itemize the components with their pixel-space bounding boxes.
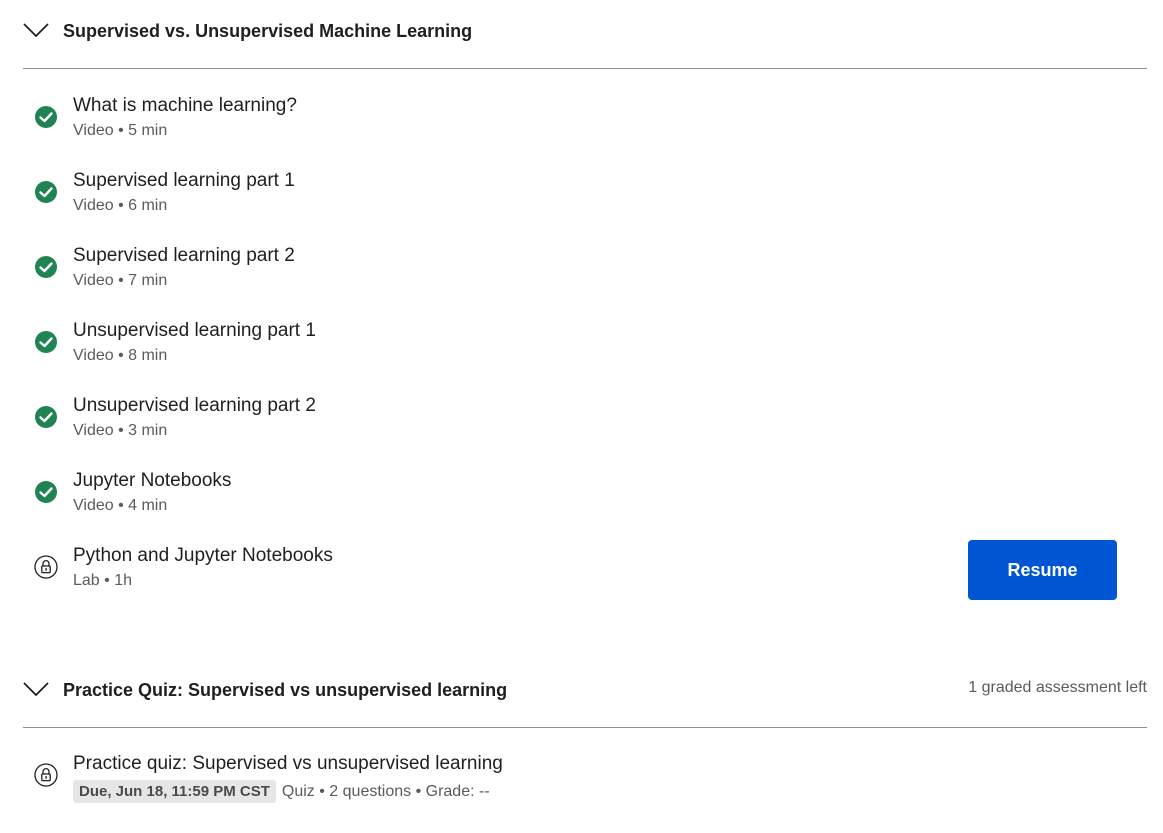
item-title[interactable]: Practice quiz: Supervised vs unsupervise…	[73, 753, 503, 775]
item-title[interactable]: Jupyter Notebooks	[73, 470, 231, 492]
check-circle-icon	[35, 106, 57, 128]
item-meta: Due, Jun 18, 11:59 PM CST Quiz • 2 questi…	[73, 780, 490, 803]
section-title[interactable]: Practice Quiz: Supervised vs unsupervise…	[63, 680, 507, 701]
item-meta: Video • 8 min	[73, 347, 168, 364]
graded-assessment-status: 1 graded assessment left	[968, 679, 1147, 696]
item-meta: Video • 6 min	[73, 197, 168, 214]
list-item[interactable]: What is machine learning? Video • 5 min	[30, 95, 1130, 155]
item-title[interactable]: Unsupervised learning part 1	[73, 320, 316, 342]
item-title[interactable]: What is machine learning?	[73, 95, 297, 117]
check-circle-icon	[35, 256, 57, 278]
chevron-down-icon[interactable]	[23, 22, 49, 38]
quiz-details: Quiz • 2 questions • Grade: --	[281, 783, 490, 800]
list-item[interactable]: Supervised learning part 2 Video • 7 min	[30, 245, 1130, 305]
list-item[interactable]: Practice quiz: Supervised vs unsupervise…	[30, 753, 1130, 813]
item-meta: Video • 7 min	[73, 272, 168, 289]
section-header: Supervised vs. Unsupervised Machine Lear…	[23, 0, 1147, 69]
check-circle-icon	[35, 406, 57, 428]
check-circle-icon	[35, 331, 57, 353]
list-item[interactable]: Unsupervised learning part 2 Video • 3 m…	[30, 395, 1130, 455]
chevron-down-icon[interactable]	[23, 681, 49, 697]
item-meta: Lab • 1h	[73, 572, 132, 589]
item-title[interactable]: Unsupervised learning part 2	[73, 395, 316, 417]
section-header: Practice Quiz: Supervised vs unsupervise…	[23, 659, 1147, 728]
item-title[interactable]: Python and Jupyter Notebooks	[73, 545, 333, 567]
list-item[interactable]: Supervised learning part 1 Video • 6 min	[30, 170, 1130, 230]
due-date-badge: Due, Jun 18, 11:59 PM CST	[73, 780, 276, 803]
list-item[interactable]: Python and Jupyter Notebooks Lab • 1h	[30, 545, 1130, 605]
lock-icon	[34, 555, 58, 579]
check-circle-icon	[35, 181, 57, 203]
item-meta: Video • 5 min	[73, 122, 168, 139]
lock-icon	[34, 763, 58, 787]
check-circle-icon	[35, 481, 57, 503]
item-title[interactable]: Supervised learning part 1	[73, 170, 295, 192]
item-meta: Video • 3 min	[73, 422, 168, 439]
item-meta: Video • 4 min	[73, 497, 168, 514]
list-item[interactable]: Unsupervised learning part 1 Video • 8 m…	[30, 320, 1130, 380]
item-title[interactable]: Supervised learning part 2	[73, 245, 295, 267]
resume-button[interactable]: Resume	[968, 540, 1117, 600]
list-item[interactable]: Jupyter Notebooks Video • 4 min	[30, 470, 1130, 530]
section-title[interactable]: Supervised vs. Unsupervised Machine Lear…	[63, 21, 472, 42]
